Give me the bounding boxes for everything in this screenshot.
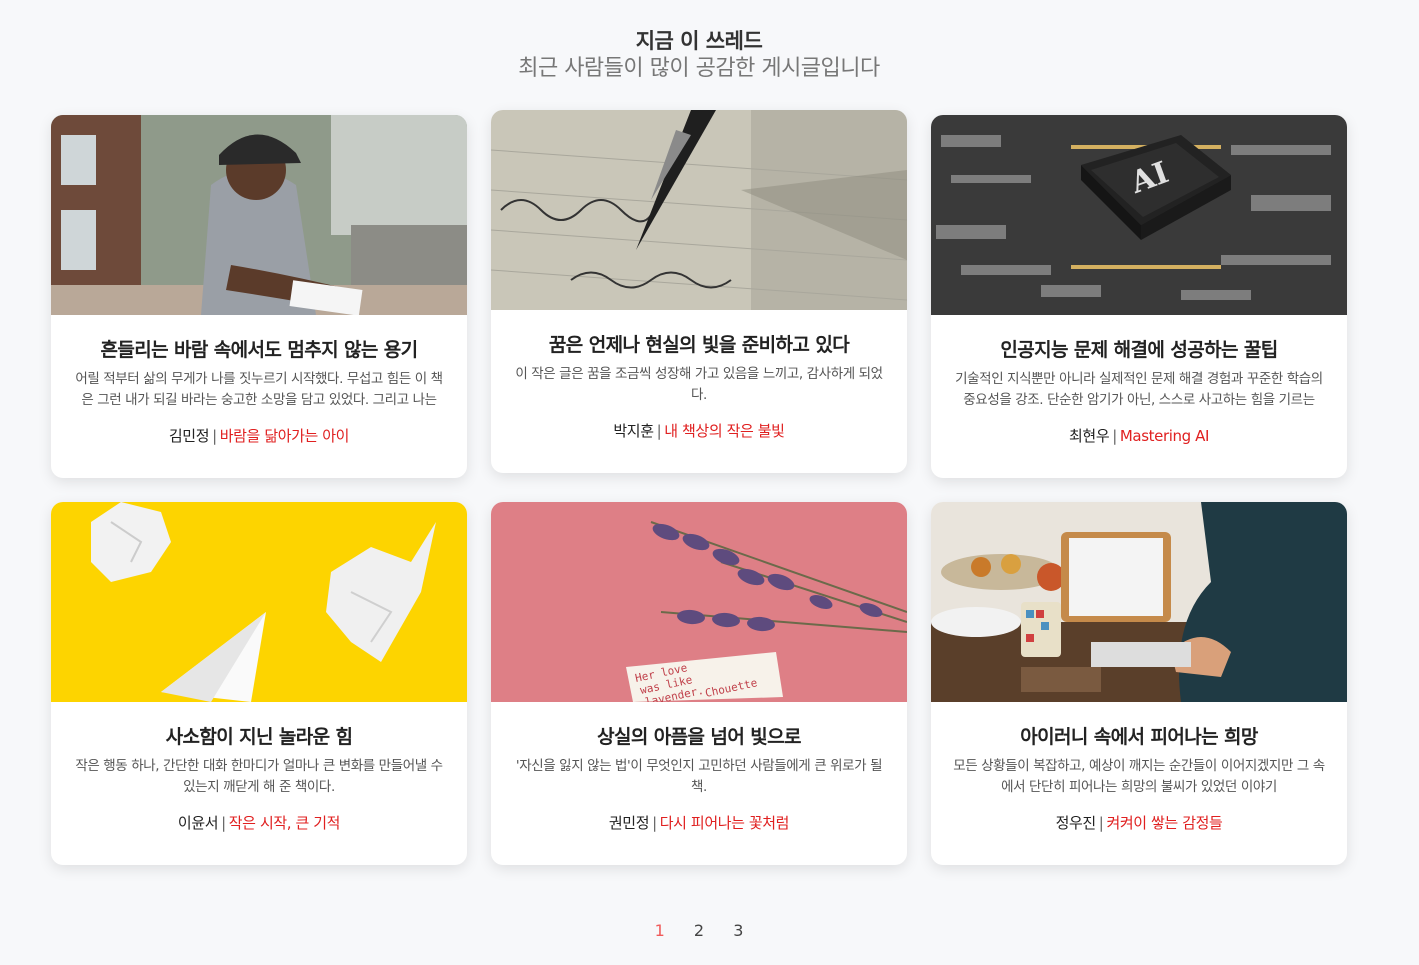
meta-separator: | bbox=[221, 814, 226, 832]
section-subtitle: 최근 사람들이 많이 공감한 게시글입니다 bbox=[518, 56, 880, 81]
post-card[interactable]: AI 인공지능 문제 해결에 성공하는 꿀팁 기술적인 지식뿐만 아니라 실제적… bbox=[931, 115, 1347, 478]
lavender-photo[interactable]: Her love was like lavender. Chouette bbox=[491, 502, 907, 702]
card-title: 아이러니 속에서 피어나는 희망 bbox=[1020, 726, 1258, 748]
card-meta: 권민정 | 다시 피어나는 꽃처럼 bbox=[513, 813, 885, 833]
card-author: 권민정 bbox=[608, 814, 650, 832]
post-card[interactable]: 아이러니 속에서 피어나는 희망 모든 상황들이 복잡하고, 예상이 깨지는 순… bbox=[931, 502, 1347, 865]
laptop-desk-photo[interactable] bbox=[931, 502, 1347, 702]
card-description: 이 작은 글은 꿈을 조금씩 성장해 가고 있음을 느끼고, 감사하게 되었다. bbox=[515, 366, 883, 403]
card-meta: 정우진 | 켜켜이 쌓는 감정들 bbox=[953, 813, 1325, 833]
meta-separator: | bbox=[212, 427, 217, 445]
meta-separator: | bbox=[652, 814, 657, 832]
meta-separator: | bbox=[1112, 427, 1117, 445]
card-book-link[interactable]: 작은 시작, 큰 기적 bbox=[229, 814, 341, 832]
page-link-3[interactable]: 3 bbox=[733, 921, 743, 940]
card-title: 인공지능 문제 해결에 성공하는 꿀팁 bbox=[1000, 339, 1278, 361]
card-description: 어릴 적부터 삶의 무게가 나를 짓누르기 시작했다. 무섭고 힘든 이 책은 … bbox=[75, 371, 443, 408]
card-meta: 김민정 | 바람을 닮아가는 아이 bbox=[73, 426, 445, 446]
card-author: 최현우 bbox=[1069, 427, 1110, 445]
card-title: 사소함이 지닌 놀라운 힘 bbox=[165, 726, 353, 748]
section-title: 지금 이 쓰레드 bbox=[635, 29, 763, 53]
meta-separator: | bbox=[1098, 814, 1104, 832]
card-book-link[interactable]: 켜켜이 쌓는 감정들 bbox=[1106, 814, 1222, 832]
post-card[interactable]: 사소함이 지닌 놀라운 힘 작은 행동 하나, 간단한 대화 한마디가 얼마나 … bbox=[51, 502, 467, 865]
card-meta: 박지훈 | 내 책상의 작은 불빛 bbox=[513, 421, 885, 441]
card-description: 작은 행동 하나, 간단한 대화 한마디가 얼마나 큰 변화를 만들어낼 수 있… bbox=[75, 758, 443, 795]
card-book-link[interactable]: 다시 피어나는 꽃처럼 bbox=[660, 814, 790, 832]
card-author: 이윤서 bbox=[177, 814, 219, 832]
page-link-2[interactable]: 2 bbox=[694, 921, 704, 940]
card-description: '자신을 잃지 않는 법'이 무엇인지 고민하던 사람들에게 큰 위로가 될 책… bbox=[515, 758, 883, 795]
card-meta: 이윤서 | 작은 시작, 큰 기적 bbox=[73, 813, 445, 833]
post-card[interactable]: Her love was like lavender. Chouette 상실의… bbox=[491, 502, 907, 865]
section-header: 지금 이 쓰레드 최근 사람들이 많이 공감한 게시글입니다 bbox=[0, 28, 1398, 84]
man-writing-photo[interactable] bbox=[51, 115, 467, 315]
card-title: 흔들리는 바람 속에서도 멈추지 않는 용기 bbox=[100, 339, 418, 361]
card-book-link[interactable]: Mastering AI bbox=[1120, 427, 1209, 445]
card-author: 김민정 bbox=[168, 427, 210, 445]
card-title: 꿈은 언제나 현실의 빛을 준비하고 있다 bbox=[548, 334, 850, 356]
card-author: 정우진 bbox=[1055, 814, 1097, 832]
card-title: 상실의 아픔을 넘어 빛으로 bbox=[597, 726, 801, 748]
paper-plane-photo[interactable] bbox=[51, 502, 467, 702]
card-author: 박지훈 bbox=[613, 422, 654, 440]
post-card[interactable]: 흔들리는 바람 속에서도 멈추지 않는 용기 어릴 적부터 삶의 무게가 나를 … bbox=[51, 115, 467, 478]
page-link-1[interactable]: 1 bbox=[655, 921, 665, 940]
card-book-link[interactable]: 내 책상의 작은 불빛 bbox=[664, 422, 785, 440]
meta-separator: | bbox=[656, 422, 662, 440]
post-card[interactable]: 꿈은 언제나 현실의 빛을 준비하고 있다 이 작은 글은 꿈을 조금씩 성장해… bbox=[491, 110, 907, 473]
ai-chip-photo[interactable]: AI bbox=[931, 115, 1347, 315]
card-description: 모든 상황들이 복잡하고, 예상이 깨지는 순간들이 이어지겠지만 그 속에서 … bbox=[953, 758, 1325, 795]
card-description: 기술적인 지식뿐만 아니라 실제적인 문제 해결 경험과 꾸준한 학습의 중요성… bbox=[955, 371, 1323, 408]
pagination: 1 2 3 bbox=[0, 921, 1398, 940]
card-book-link[interactable]: 바람을 닮아가는 아이 bbox=[220, 427, 350, 445]
fountain-pen-photo[interactable] bbox=[491, 110, 907, 310]
card-meta: 최현우 | Mastering AI bbox=[953, 426, 1325, 446]
